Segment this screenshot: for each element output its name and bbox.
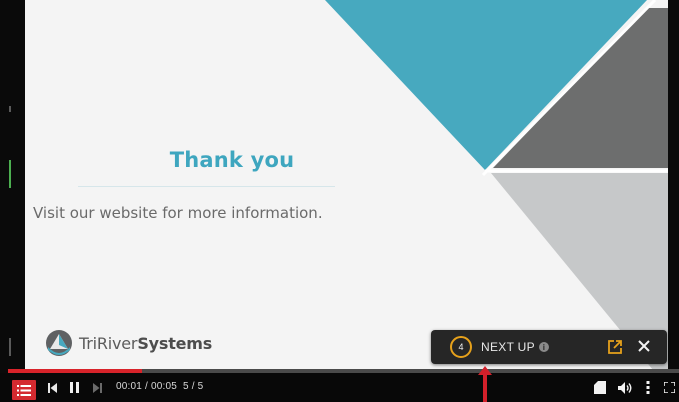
slide-counter: 5 / 5 bbox=[182, 381, 204, 392]
slide-canvas: Thank you Visit our website for more inf… bbox=[25, 0, 668, 370]
time-elapsed-total: 00:01 / 00:05 bbox=[116, 381, 177, 392]
countdown-ring: 4 bbox=[450, 336, 472, 358]
tririver-logo-icon bbox=[46, 330, 72, 356]
info-icon[interactable]: i bbox=[538, 342, 549, 352]
slide-decoration bbox=[325, 0, 668, 370]
notes-icon bbox=[594, 381, 606, 394]
brand-name: TriRiverSystems bbox=[79, 334, 212, 353]
annotation-arrow-icon bbox=[478, 366, 492, 402]
side-indicator bbox=[9, 160, 11, 188]
fullscreen-icon bbox=[663, 382, 675, 393]
skip-previous-icon bbox=[47, 382, 57, 393]
previous-button[interactable] bbox=[45, 373, 59, 402]
control-bar: 00:01 / 00:05 5 / 5 bbox=[0, 373, 679, 402]
brand-name-bold: Systems bbox=[137, 333, 213, 353]
next-up-popup[interactable]: 4 NEXT UP i bbox=[431, 330, 667, 364]
next-button[interactable] bbox=[90, 373, 104, 402]
side-indicator bbox=[9, 106, 11, 112]
next-up-label: NEXT UP bbox=[481, 340, 535, 354]
player-window: Thank you Visit our website for more inf… bbox=[0, 0, 679, 402]
close-icon[interactable] bbox=[637, 339, 651, 353]
volume-button[interactable] bbox=[616, 373, 634, 402]
menu-list-icon bbox=[17, 384, 31, 396]
slide-subtitle: Visit our website for more information. bbox=[33, 204, 323, 222]
pause-button[interactable] bbox=[67, 373, 81, 402]
slide-title: Thank you bbox=[169, 148, 295, 172]
brand-name-light: TriRiver bbox=[79, 333, 138, 353]
external-link-icon[interactable] bbox=[608, 340, 622, 354]
more-vertical-icon bbox=[646, 381, 650, 394]
brand-logo-block: TriRiverSystems bbox=[45, 329, 212, 357]
pause-icon bbox=[69, 382, 79, 393]
title-underline bbox=[78, 186, 335, 187]
time-readout: 00:01 / 00:05 5 / 5 bbox=[116, 381, 203, 392]
fullscreen-button[interactable] bbox=[662, 373, 676, 402]
countdown-value: 4 bbox=[458, 342, 464, 352]
menu-button[interactable] bbox=[12, 380, 36, 400]
side-indicator bbox=[9, 338, 11, 356]
volume-icon bbox=[617, 381, 631, 394]
skip-next-icon bbox=[92, 382, 102, 393]
more-button[interactable] bbox=[642, 373, 654, 402]
notes-button[interactable] bbox=[592, 373, 608, 402]
